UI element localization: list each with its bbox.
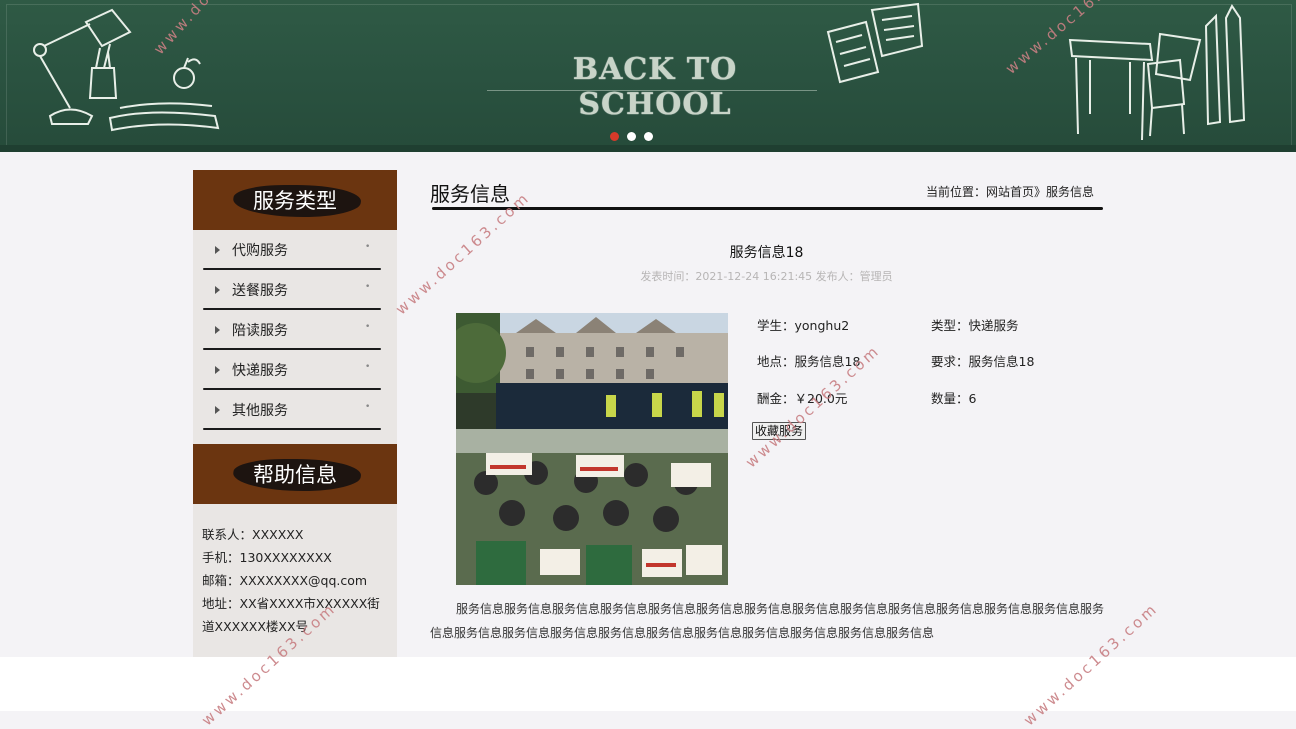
books-illustration bbox=[826, 2, 924, 84]
post-title: 服务信息18 bbox=[729, 245, 804, 261]
field-student: 学生：yonghu2 bbox=[757, 318, 850, 333]
field-requirement: 要求：服务信息18 bbox=[931, 354, 1035, 369]
help-header: 帮助信息 bbox=[193, 444, 397, 504]
field-quantity: 数量：6 bbox=[931, 391, 977, 406]
title-divider bbox=[432, 207, 1103, 210]
dot-icon: • bbox=[365, 242, 371, 252]
sidebar-item-songcan[interactable]: 送餐服务 • bbox=[193, 270, 397, 310]
service-description: 服务信息服务信息服务信息服务信息服务信息服务信息服务信息服务信息服务信息服务信息… bbox=[430, 602, 1105, 640]
sidebar-item-label: 快递服务 bbox=[232, 363, 288, 379]
dot-icon: • bbox=[365, 362, 371, 372]
triangle-right-icon bbox=[215, 406, 220, 414]
carousel-indicators bbox=[610, 132, 653, 141]
triangle-right-icon bbox=[215, 366, 220, 374]
field-type: 类型：快递服务 bbox=[931, 318, 1019, 333]
help-email: 邮箱：XXXXXXXX@qq.com bbox=[202, 573, 368, 588]
carousel-dot-2[interactable] bbox=[627, 132, 636, 141]
category-menu: 代购服务 • 送餐服务 • 陪读服务 • 快递服务 • 其他服务 • bbox=[193, 230, 397, 430]
dot-icon: • bbox=[365, 322, 371, 332]
sidebar-item-peidu[interactable]: 陪读服务 • bbox=[193, 310, 397, 350]
sidebar: 服务类型 代购服务 • 送餐服务 • 陪读服务 • 快递服务 • 其他服务 • … bbox=[193, 170, 397, 657]
carousel-dot-1[interactable] bbox=[610, 132, 619, 141]
category-heading: 服务类型 bbox=[253, 189, 337, 213]
banner-title: BACK TO SCHOOL bbox=[572, 52, 738, 122]
desk-chair-illustration bbox=[1068, 4, 1246, 141]
sidebar-item-label: 送餐服务 bbox=[232, 283, 288, 299]
page-title: 服务信息 bbox=[430, 182, 510, 206]
help-phone: 手机：130XXXXXXXX bbox=[202, 550, 332, 565]
footer-left bbox=[0, 657, 193, 711]
sidebar-item-kuaidi[interactable]: 快递服务 • bbox=[193, 350, 397, 390]
sidebar-item-label: 代购服务 bbox=[232, 243, 288, 259]
dot-icon: • bbox=[365, 282, 371, 292]
post-meta: 发表时间：2021-12-24 16:21:45 发布人：管理员 bbox=[640, 270, 893, 283]
menu-divider bbox=[203, 428, 381, 430]
chalk-tray bbox=[0, 145, 1296, 152]
footer bbox=[193, 657, 1296, 711]
sidebar-item-label: 陪读服务 bbox=[232, 323, 288, 339]
protest-photo-illustration bbox=[456, 313, 728, 585]
dot-icon: • bbox=[365, 402, 371, 412]
sidebar-item-qita[interactable]: 其他服务 • bbox=[193, 390, 397, 430]
help-info: 联系人：XXXXXX 手机：130XXXXXXXX 邮箱：XXXXXXXX@qq… bbox=[202, 523, 392, 638]
help-contact: 联系人：XXXXXX bbox=[202, 527, 304, 542]
triangle-right-icon bbox=[215, 246, 220, 254]
help-heading: 帮助信息 bbox=[253, 463, 337, 487]
service-photo bbox=[456, 313, 728, 585]
triangle-right-icon bbox=[215, 286, 220, 294]
breadcrumb[interactable]: 当前位置：网站首页》服务信息 bbox=[926, 183, 1094, 200]
triangle-right-icon bbox=[215, 326, 220, 334]
lamp-books-illustration bbox=[33, 8, 220, 132]
category-header: 服务类型 bbox=[193, 170, 397, 230]
sidebar-item-daigou[interactable]: 代购服务 • bbox=[193, 230, 397, 270]
sidebar-item-label: 其他服务 bbox=[232, 403, 288, 419]
carousel-dot-3[interactable] bbox=[644, 132, 653, 141]
